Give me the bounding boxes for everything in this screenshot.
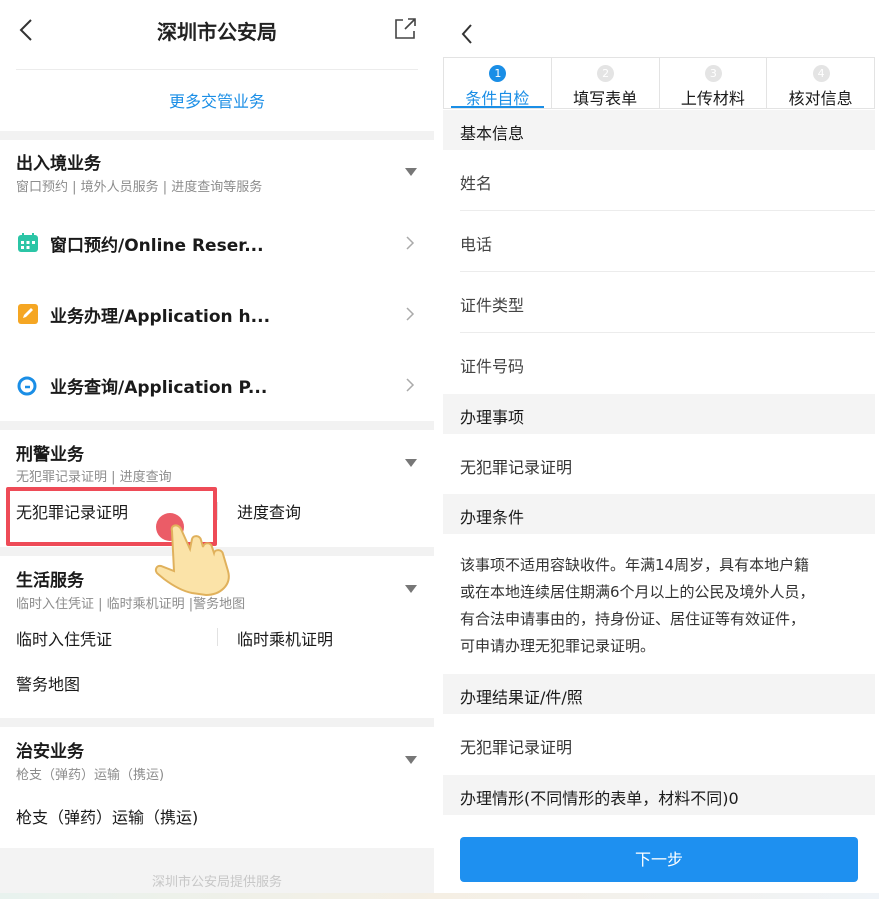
section-title-security: 治安业务	[16, 742, 84, 762]
result-value: 无犯罪记录证明	[460, 738, 573, 757]
section-title: 基本信息	[460, 124, 525, 143]
menu-item-application-handling[interactable]: 业务办理/Application h...	[0, 290, 434, 338]
header-bar: 深圳市公安局	[0, 0, 434, 60]
section-title-immigration: 出入境业务	[16, 154, 101, 174]
expand-toggle-immigration[interactable]	[405, 168, 417, 176]
field-name[interactable]: 姓名	[443, 150, 875, 210]
item-firearms-transport[interactable]: 枪支（弹药）运输（携运)	[16, 804, 198, 828]
section-subtitle-criminal: 无犯罪记录证明 | 进度查询	[16, 470, 172, 485]
section-gap	[0, 131, 434, 140]
item-police-map[interactable]: 警务地图	[16, 671, 80, 695]
step-label: 条件自检	[465, 89, 530, 108]
step-number: 2	[597, 65, 615, 82]
step-fill-form[interactable]: 2 填写表单	[552, 58, 660, 108]
chevron-left-icon	[461, 24, 472, 44]
item-no-criminal-record[interactable]: 无犯罪记录证明	[16, 499, 128, 523]
section-subtitle-security: 枪支（弹药）运输（携运)	[16, 768, 165, 783]
field-phone[interactable]: 电话	[443, 211, 875, 271]
item-temp-lodging[interactable]: 临时入住凭证	[16, 626, 112, 650]
footer-text: 深圳市公安局提供服务	[151, 875, 282, 890]
expand-toggle-security[interactable]	[405, 756, 417, 764]
section-subtitle-life: 临时入住凭证 | 临时乘机证明 |警务地图	[16, 597, 246, 612]
chevron-right-icon	[405, 377, 415, 393]
section-title: 办理条件	[460, 508, 525, 527]
section-header-result: 办理结果证/件/照	[443, 674, 875, 714]
step-label: 上传材料	[680, 89, 745, 108]
section-header-situation: 办理情形(不同情形的表单，材料不同)0	[443, 775, 875, 815]
next-step-button[interactable]: 下一步	[460, 837, 858, 882]
divider	[16, 69, 418, 70]
field-label: 电话	[460, 235, 493, 254]
section-header-matter: 办理事项	[443, 394, 875, 434]
field-id-number[interactable]: 证件号码	[443, 333, 875, 393]
more-traffic-services-link[interactable]: 更多交管业务	[0, 88, 434, 112]
step-label: 核对信息	[788, 89, 853, 108]
conditions-line: 可申请办理无犯罪记录证明。	[460, 637, 656, 655]
conditions-line: 有合法申请事由的，持身份证、居住证等有效证件，	[460, 610, 806, 628]
section-header-basic-info: 基本信息	[443, 110, 875, 150]
expand-toggle-criminal[interactable]	[405, 459, 417, 467]
menu-item-label: 业务办理/Application h...	[50, 307, 271, 327]
section-title-life: 生活服务	[16, 571, 84, 591]
calendar-icon	[17, 233, 39, 253]
section-title: 办理结果证/件/照	[460, 688, 583, 707]
field-label: 证件类型	[460, 296, 525, 315]
step-upload-materials[interactable]: 3 上传材料	[660, 58, 768, 108]
step-number: 3	[704, 65, 722, 82]
step-label: 填写表单	[573, 89, 638, 108]
conditions-line: 该事项不适用容缺收件。年满14周岁，具有本地户籍	[460, 556, 810, 574]
section-gap	[0, 421, 434, 430]
field-label: 证件号码	[460, 357, 525, 376]
section-subtitle-immigration: 窗口预约 | 境外人员服务 | 进度查询等服务	[16, 180, 263, 195]
matter-value: 无犯罪记录证明	[460, 458, 573, 477]
item-progress-query[interactable]: 进度查询	[237, 499, 301, 523]
menu-item-application-query[interactable]: 业务查询/Application P...	[0, 361, 434, 409]
step-number: 1	[489, 65, 507, 82]
section-title-criminal: 刑警业务	[16, 445, 84, 465]
section-header-conditions: 办理条件	[443, 494, 875, 534]
field-id-type[interactable]: 证件类型	[443, 272, 875, 332]
step-tabs: 1 条件自检 2 填写表单 3 上传材料 4 核对信息	[443, 57, 875, 109]
step-condition-check[interactable]: 1 条件自检	[444, 58, 552, 108]
item-temp-boarding[interactable]: 临时乘机证明	[237, 626, 333, 650]
back-button[interactable]	[453, 18, 481, 50]
menu-item-label: 窗口预约/Online Reser...	[50, 236, 264, 256]
menu-item-window-reservation[interactable]: 窗口预约/Online Reser...	[0, 219, 434, 267]
page-title: 深圳市公安局	[157, 20, 277, 44]
left-screen: 深圳市公安局 更多交管业务 出入境业务 窗口预约 | 境外人员服务 | 进度查询…	[0, 0, 434, 899]
divider	[217, 628, 218, 646]
conditions-text: 该事项不适用容缺收件。年满14周岁，具有本地户籍 或在本地连续居住期满6个月以上…	[460, 552, 860, 660]
expand-toggle-life[interactable]	[405, 585, 417, 593]
step-number: 4	[812, 65, 830, 82]
share-button[interactable]	[392, 16, 418, 42]
bottom-strip	[0, 893, 879, 899]
panel-divider	[434, 0, 443, 899]
search-icon	[17, 375, 39, 396]
edit-icon	[17, 304, 39, 324]
right-screen: 1 条件自检 2 填写表单 3 上传材料 4 核对信息 基本信息 姓名 电话 证…	[443, 0, 879, 899]
divider	[217, 502, 218, 520]
chevron-right-icon	[405, 235, 415, 251]
section-gap	[0, 547, 434, 556]
share-icon	[395, 18, 416, 39]
step-verify-info[interactable]: 4 核对信息	[767, 58, 874, 108]
section-gap	[0, 718, 434, 727]
field-label: 姓名	[460, 174, 493, 193]
section-title: 办理事项	[460, 408, 525, 427]
section-title: 办理情形(不同情形的表单，材料不同)0	[460, 789, 739, 808]
conditions-line: 或在本地连续居住期满6个月以上的公民及境外人员，	[460, 583, 815, 601]
menu-item-label: 业务查询/Application P...	[50, 378, 268, 398]
chevron-right-icon	[405, 306, 415, 322]
